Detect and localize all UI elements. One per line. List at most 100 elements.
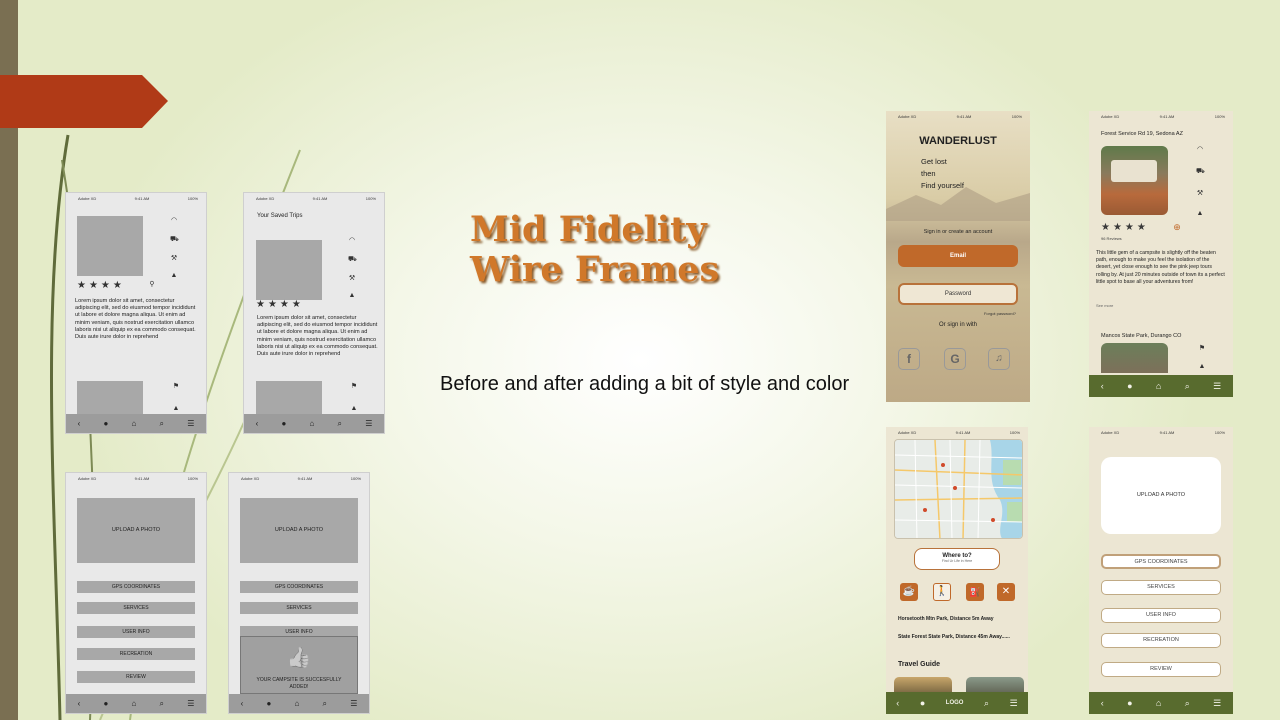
add-icon[interactable]: ⊕ <box>1173 223 1181 232</box>
user-icon[interactable]: ● <box>103 699 108 708</box>
tagline-line-1: Get lost <box>921 157 947 166</box>
bottom-nav: ‹ ● ⌂ ⌕ ☰ <box>229 694 369 713</box>
where-to-search[interactable]: Where to? Find Ur Life in Here <box>914 548 1000 570</box>
home-icon[interactable]: ⌂ <box>294 699 299 708</box>
upload-photo-button[interactable]: UPLOAD A PHOTO <box>1101 457 1221 534</box>
user-info-button[interactable]: USER INFO <box>1101 608 1221 623</box>
home-icon[interactable]: ⌂ <box>1156 698 1161 708</box>
search-icon[interactable]: ⌕ <box>160 419 164 429</box>
photo-placeholder <box>77 216 143 276</box>
fuel-icon[interactable]: ⛽ <box>966 583 984 601</box>
user-icon[interactable]: ● <box>266 699 271 708</box>
user-icon[interactable]: ● <box>920 698 925 708</box>
back-icon[interactable]: ‹ <box>78 419 81 428</box>
description-text: Lorem ipsum dolor sit amet, consectetur … <box>75 298 196 341</box>
hiking-icon[interactable]: 🚶 <box>933 583 951 601</box>
services-button[interactable]: SERVICES <box>77 602 195 614</box>
logo-label[interactable]: LOGO <box>946 700 964 706</box>
status-bar: Adobe XD 9:41 AM 100% <box>886 111 1030 121</box>
coffee-icon[interactable]: ☕ <box>900 583 918 601</box>
slide-title: Mid Fidelity Wire Frames <box>470 210 719 290</box>
menu-icon[interactable]: ☰ <box>187 699 194 708</box>
gps-button[interactable]: GPS COORDINATES <box>1101 554 1221 569</box>
park-2[interactable]: State Forest State Park, Distance 45m Aw… <box>898 634 1010 640</box>
back-icon[interactable]: ‹ <box>1101 381 1104 391</box>
menu-icon[interactable]: ☰ <box>1213 698 1221 709</box>
review-button[interactable]: REVIEW <box>77 671 195 683</box>
back-icon[interactable]: ‹ <box>241 699 244 708</box>
cart-icon: ⛟ <box>170 236 179 243</box>
menu-icon[interactable]: ☰ <box>1010 698 1018 709</box>
email-button[interactable]: Email <box>898 245 1018 267</box>
menu-icon[interactable]: ☰ <box>365 419 372 428</box>
cart-icon: ⛟ <box>1196 168 1205 175</box>
gps-button[interactable]: GPS COORDINATES <box>77 581 195 593</box>
upload-photo-button[interactable]: UPLOAD A PHOTO <box>240 498 358 563</box>
review-button[interactable]: REVIEW <box>1101 662 1221 677</box>
search-icon[interactable]: ⌕ <box>160 699 164 709</box>
bottom-nav: ‹ ● ⌂ ⌕ ☰ <box>244 414 384 433</box>
battery-label: 100% <box>187 196 198 201</box>
user-icon[interactable]: ● <box>103 419 108 428</box>
home-icon[interactable]: ⌂ <box>131 419 136 428</box>
search-icon[interactable]: ⌕ <box>323 699 327 709</box>
title-line-1: Mid Fidelity <box>470 209 707 250</box>
tagline-line-2: then <box>921 169 936 178</box>
tent-icon: ▲ <box>348 292 356 299</box>
forgot-password-link[interactable]: Forgot password? <box>984 311 1016 316</box>
back-icon[interactable]: ‹ <box>78 699 81 708</box>
user-info-button[interactable]: USER INFO <box>77 626 195 638</box>
description-text: This little gem of a campsite is slightl… <box>1096 250 1225 285</box>
status-bar: Adobe XD 9:41 AM 100% <box>1089 427 1233 437</box>
google-icon[interactable]: G <box>944 348 966 370</box>
flag-icon: ⚑ <box>1198 345 1206 352</box>
search-icon[interactable]: ⌕ <box>1185 381 1190 392</box>
user-icon[interactable]: ● <box>1127 698 1132 708</box>
status-bar: Adobe XD 9:41 AM 100% <box>1089 111 1233 121</box>
wifi-icon: ◠ <box>170 217 178 224</box>
menu-icon[interactable]: ☰ <box>187 419 194 428</box>
services-button[interactable]: SERVICES <box>240 602 358 614</box>
park-1[interactable]: Horsetooth Mtn Park, Distance 5m Away <box>898 616 994 622</box>
camper-shape <box>1111 160 1157 182</box>
search-icon[interactable]: ⌕ <box>338 419 342 429</box>
wifi-icon: ◠ <box>1196 146 1204 153</box>
map-view[interactable] <box>894 439 1023 539</box>
bottom-nav: ‹ ● ⌂ ⌕ ☰ <box>66 414 206 433</box>
search-icon[interactable]: ⌕ <box>984 698 989 709</box>
time-label: 9:41 AM <box>1159 114 1175 119</box>
battery-label: 100% <box>365 196 376 201</box>
mountain-silhouette <box>886 187 1030 221</box>
success-message: YOUR CAMPSITE IS SUCCESFULLY ADDED! <box>256 677 342 690</box>
back-icon[interactable]: ‹ <box>1101 698 1104 708</box>
search-icon[interactable]: ⌕ <box>1185 698 1190 709</box>
upload-photo-button[interactable]: UPLOAD A PHOTO <box>77 498 195 563</box>
food-icon[interactable]: ✕ <box>997 583 1015 601</box>
battery-label: 100% <box>1009 430 1020 435</box>
recreation-button[interactable]: RECREATION <box>77 648 195 660</box>
carrier-label: Adobe XD <box>241 476 260 481</box>
styled-map-screen: Adobe XD 9:41 AM 100% Where to? Find Ur … <box>886 427 1028 714</box>
back-icon[interactable]: ‹ <box>896 698 899 708</box>
battery-label: 100% <box>350 476 361 481</box>
back-icon[interactable]: ‹ <box>256 419 259 428</box>
bottom-nav: ‹ ● ⌂ ⌕ ☰ <box>66 694 206 713</box>
gps-button[interactable]: GPS COORDINATES <box>240 581 358 593</box>
menu-icon[interactable]: ☰ <box>1213 381 1221 392</box>
user-icon[interactable]: ● <box>1127 381 1132 391</box>
wireframe-saved-trips: Adobe XD 9:41 AM 100% Your Saved Trips ◠… <box>243 192 385 434</box>
password-field[interactable]: Password <box>898 283 1018 305</box>
facebook-icon[interactable]: f <box>898 348 920 370</box>
services-button[interactable]: SERVICES <box>1101 580 1221 595</box>
wireframe-upload: Adobe XD 9:41 AM 100% UPLOAD A PHOTO GPS… <box>65 472 207 714</box>
home-icon[interactable]: ⌂ <box>1156 381 1161 391</box>
twitter-icon[interactable]: ♫ <box>988 348 1010 370</box>
see-more-link[interactable]: See more <box>1096 303 1113 308</box>
home-icon[interactable]: ⌂ <box>309 419 314 428</box>
location-title: Forest Service Rd 19, Sedona AZ <box>1101 131 1183 137</box>
menu-icon[interactable]: ☰ <box>350 699 357 708</box>
star-rating: ★★★★ <box>1101 222 1149 233</box>
recreation-button[interactable]: RECREATION <box>1101 633 1221 648</box>
user-icon[interactable]: ● <box>281 419 286 428</box>
home-icon[interactable]: ⌂ <box>131 699 136 708</box>
